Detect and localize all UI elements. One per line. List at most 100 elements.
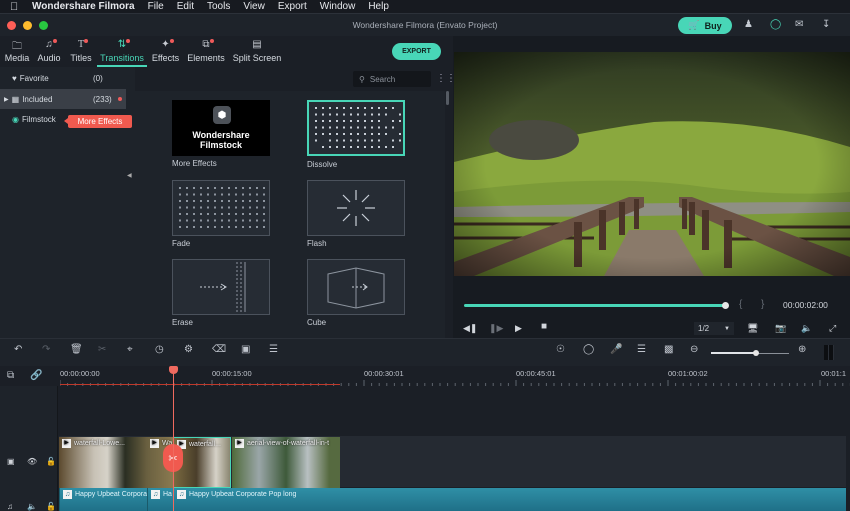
playhead-line[interactable] <box>173 370 174 511</box>
download-icon[interactable]: ↧ <box>822 19 830 30</box>
previous-frame-icon[interactable]: ◀❚ <box>463 323 477 334</box>
thumb-dot <box>343 146 345 148</box>
menu-help[interactable]: Help <box>368 1 389 12</box>
video-preview[interactable] <box>454 52 850 276</box>
audio-clip[interactable]: ♫ Happy Upbeat Corporate Pop long <box>173 488 846 511</box>
stabilize-icon[interactable]: ▣ <box>241 344 250 355</box>
support-icon[interactable]: ◯ <box>770 19 781 30</box>
green-screen-icon[interactable]: ⌫ <box>212 344 226 355</box>
display-settings-icon[interactable]: 🖥 <box>747 323 758 334</box>
add-track-icon[interactable]: ⧉ <box>7 370 14 381</box>
mark-out-button[interactable]: } <box>761 299 764 310</box>
tab-elements[interactable]: ⧉ Elements <box>186 36 226 66</box>
thumb-dot <box>364 113 366 116</box>
mail-icon[interactable]: ✉ <box>795 19 803 30</box>
account-icon[interactable]: ♟ <box>744 19 753 30</box>
crop-icon[interactable]: ⌖ <box>127 344 133 355</box>
thumb-dot <box>371 113 373 116</box>
thumb-dot <box>364 120 366 122</box>
tab-split-screen[interactable]: ▤ Split Screen <box>231 36 283 66</box>
speed-icon[interactable]: ◷ <box>155 344 164 355</box>
transition-card-flash[interactable] <box>307 180 405 236</box>
tab-effects[interactable]: ✦ Effects <box>149 36 182 66</box>
transition-icon: ⇅ <box>118 39 131 53</box>
transition-card-dissolve[interactable] <box>307 100 405 156</box>
zoom-in-icon[interactable]: ⊕ <box>798 344 806 355</box>
video-clip[interactable]: ▶ aerial-view-of-waterfall-in-t <box>232 437 340 488</box>
next-frame-icon[interactable]: ❚▶ <box>489 323 503 334</box>
ruler-label: 00:00:00:00 <box>60 369 100 378</box>
play-icon[interactable]: ▶ <box>515 323 522 334</box>
voiceover-icon[interactable]: 🎤 <box>610 344 622 355</box>
menu-export[interactable]: Export <box>278 1 307 12</box>
cut-icon[interactable]: ✂ <box>98 344 106 355</box>
playback-progress-handle[interactable] <box>722 302 729 309</box>
search-input[interactable]: ⚲ Search <box>353 71 431 87</box>
zoom-out-icon[interactable]: ⊖ <box>690 344 698 355</box>
grid-scrollbar[interactable] <box>446 91 449 105</box>
thumb-dot <box>200 226 202 228</box>
playback-progress-bar[interactable] <box>464 304 726 307</box>
thumb-dot <box>200 187 202 189</box>
audio-mixer-icon[interactable]: ☰ <box>637 344 646 355</box>
expand-arrow-icon[interactable]: ▶ <box>4 96 9 103</box>
lock-icon[interactable]: 🔓 <box>46 457 56 466</box>
collapse-sidebar-icon[interactable]: ◀ <box>127 172 132 179</box>
tab-transitions[interactable]: ⇅ Transitions <box>97 36 147 66</box>
buy-button[interactable]: 🛒 Buy <box>678 17 732 34</box>
thumb-dot <box>186 213 188 215</box>
mark-in-button[interactable]: { <box>739 299 742 310</box>
menu-view[interactable]: View <box>243 1 265 12</box>
audio-clip[interactable]: ♫ Happy Upbeat Corpora <box>59 488 147 511</box>
sidebar-item-included[interactable]: ▶ ▦ Included (233) <box>0 89 126 109</box>
video-clip-icon: ▶ <box>150 439 159 448</box>
sidebar-item-label: Filmstock <box>21 114 56 124</box>
sidebar-item-favorite[interactable]: ♥ Favorite (0) <box>0 68 126 88</box>
marker-icon[interactable]: ◯ <box>583 344 594 355</box>
more-effects-tooltip[interactable]: More Effects <box>64 115 132 128</box>
menu-file[interactable]: File <box>148 1 164 12</box>
thumb-dot <box>221 206 223 209</box>
transition-card-cube[interactable] <box>307 259 405 315</box>
menu-edit[interactable]: Edit <box>177 1 194 12</box>
video-clip[interactable]: ▶ waterfall-Lowe... <box>59 437 147 488</box>
transition-card-fade[interactable] <box>172 180 270 236</box>
thumb-dot <box>228 213 230 215</box>
thumb-dot <box>399 139 401 142</box>
eye-icon[interactable]: 👁 <box>27 457 37 466</box>
transition-card-erase[interactable] <box>172 259 270 315</box>
tab-audio[interactable]: ♫ Audio <box>35 36 63 66</box>
thumb-dot <box>357 120 359 122</box>
render-icon[interactable]: ☉ <box>556 344 565 355</box>
thumb-dot <box>392 146 394 148</box>
menu-app-name[interactable]: Wondershare Filmora <box>32 1 135 12</box>
delete-icon[interactable]: 🗑 <box>70 344 83 355</box>
thumb-dot <box>228 219 230 222</box>
undo-icon[interactable]: ↶ <box>14 344 22 355</box>
snapshot-icon[interactable]: 📷 <box>775 323 786 334</box>
export-button[interactable]: EXPORT <box>392 43 441 60</box>
speaker-icon[interactable]: 🔈 <box>27 502 37 511</box>
volume-icon[interactable]: 🔈 <box>801 323 812 334</box>
lock-icon[interactable]: 🔓 <box>46 502 56 511</box>
menu-tools[interactable]: Tools <box>207 1 230 12</box>
adjust-icon[interactable]: ☰ <box>269 344 278 355</box>
tab-media[interactable]: 🗀 Media <box>3 36 31 66</box>
audio-clip[interactable]: ♫ Ha <box>147 488 173 511</box>
redo-icon[interactable]: ↷ <box>42 344 50 355</box>
thumb-dot <box>329 133 331 135</box>
menu-window[interactable]: Window <box>320 1 356 12</box>
transition-card-more-effects[interactable]: ⬢ Wondershare Filmstock <box>172 100 270 156</box>
tab-titles[interactable]: T Titles <box>67 36 95 66</box>
fullscreen-icon[interactable]: ⤢ <box>829 323 836 334</box>
color-icon[interactable]: ⚙ <box>184 344 193 355</box>
preview-quality-select[interactable]: 1/2 ▼ <box>694 322 734 335</box>
thumb-dot <box>256 226 258 228</box>
playhead-handle[interactable] <box>169 366 178 374</box>
layout-toggle-icon[interactable] <box>824 345 834 360</box>
subtitle-icon[interactable]: ▩ <box>664 344 673 355</box>
apple-icon[interactable]:  <box>10 1 22 13</box>
link-icon[interactable]: 🔗 <box>30 370 42 381</box>
stop-icon[interactable]: ■ <box>541 321 547 332</box>
thumb-dot <box>392 139 394 142</box>
